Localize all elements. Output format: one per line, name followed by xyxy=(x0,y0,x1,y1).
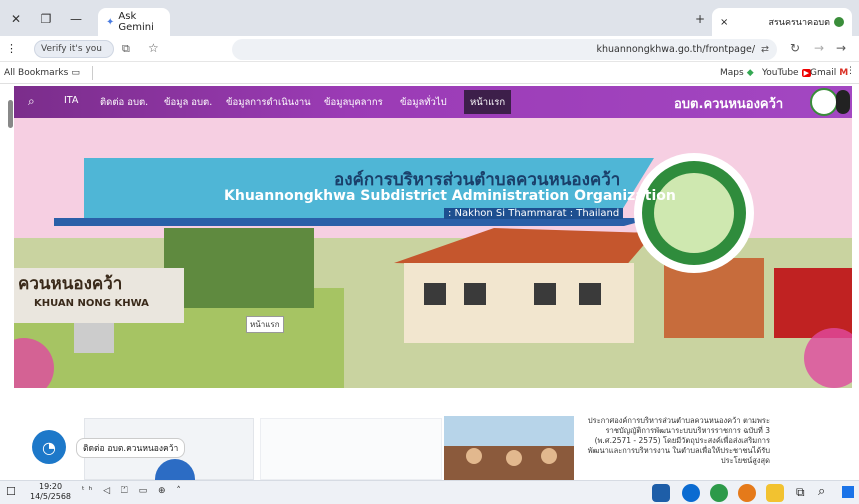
page-content: ประกาศองค์การบริหารส่วนตำบลควนหนองคว้า ต… xyxy=(14,388,852,481)
site-favicon-icon xyxy=(834,17,844,27)
firefox-icon[interactable] xyxy=(738,484,756,502)
nav-personnel[interactable]: ข้อมูลบุคลากร xyxy=(324,95,383,110)
bookmarks-bar: All Bookmarks ▭ Maps ◆ YouTube ▶ Gmail M… xyxy=(0,62,859,84)
sign-thai: ควนหนองคว้า xyxy=(18,274,123,294)
nav-operations[interactable]: ข้อมูลการดำเนินงาน xyxy=(226,95,311,110)
minimize-window-icon[interactable]: — xyxy=(66,10,86,28)
ribbon-icon xyxy=(836,90,850,114)
site-info-icon[interactable]: ⇄ xyxy=(761,44,769,55)
apps-grid-icon[interactable]: ⋮⋮ xyxy=(846,66,859,76)
bookmark-maps[interactable]: Maps ◆ xyxy=(720,66,754,80)
org-logo[interactable] xyxy=(810,88,838,116)
hero-english-title: Khuannongkhwa Subdistrict Administration… xyxy=(224,188,676,204)
forward-icon[interactable]: → xyxy=(814,41,824,55)
windows-start-icon[interactable] xyxy=(842,486,854,498)
clock[interactable]: 19:20 14/5/2568 xyxy=(30,482,71,502)
nav-contact[interactable]: ติดต่อ อบต. xyxy=(100,95,148,110)
nav-home[interactable]: หน้าแรก xyxy=(464,90,512,114)
avatar xyxy=(155,459,195,481)
hero-tooltip: หน้าแรก xyxy=(246,316,284,333)
system-tray-icons[interactable]: ᵗʰ ◁ ⏍ ▭ ⊕ ˄ xyxy=(82,486,185,496)
address-bar-row: ⋮ Verify it's you ⧉ ☆ khuannongkhwa.go.t… xyxy=(0,36,859,62)
chrome-icon[interactable] xyxy=(710,484,728,502)
tab-label: สรนครนาคอบต xyxy=(768,18,830,28)
app-icon-1[interactable] xyxy=(652,484,670,502)
bookmark-youtube[interactable]: YouTube ▶ xyxy=(762,66,811,80)
hero-illustration xyxy=(14,118,852,388)
site-logo-text[interactable]: อบต.ควนหนองคว้า xyxy=(674,93,783,114)
new-tab-button[interactable]: + xyxy=(690,10,710,28)
hero-banner: องค์การบริหารส่วนตำบลควนหนองคว้า Khuanno… xyxy=(14,118,852,388)
folder-icon: ▭ xyxy=(71,68,80,78)
sign-english: KHUAN NONG KHWA xyxy=(34,298,149,309)
maps-icon: ◆ xyxy=(746,68,754,78)
reload-icon[interactable]: ↻ xyxy=(790,41,800,55)
windows-taskbar: ☐ 19:20 14/5/2568 ᵗʰ ◁ ⏍ ▭ ⊕ ˄ ⧉ ⌕ xyxy=(0,480,859,504)
all-bookmarks-button[interactable]: All Bookmarks ▭ xyxy=(4,66,80,80)
edge-icon[interactable] xyxy=(682,484,700,502)
url-input[interactable]: khuannongkhwa.go.th/frontpage/ ⇄ xyxy=(232,39,777,60)
time-text: 19:20 xyxy=(38,482,63,491)
nav-general[interactable]: ข้อมูลทั่วไป xyxy=(400,95,447,110)
divider xyxy=(92,66,93,80)
tab-ask-gemini[interactable]: ✦ Ask Gemini xyxy=(98,8,170,36)
browser-tab-bar: ✕ ❐ — ✦ Ask Gemini + × สรนครนาคอบต xyxy=(0,0,859,36)
date-text: 14/5/2568 xyxy=(30,492,72,501)
nav-about-org[interactable]: ข้อมูล อบต. xyxy=(164,95,212,110)
close-window-icon[interactable]: ✕ xyxy=(6,10,26,28)
menu-dots-icon[interactable]: ⋮ xyxy=(6,42,17,55)
bookmark-gmail[interactable]: Gmail M xyxy=(810,66,848,80)
tab-website[interactable]: × สรนครนาคอบต xyxy=(712,8,852,36)
hero-location: : Nakhon Si Thammarat : Thailand xyxy=(444,208,624,219)
back-icon[interactable]: → xyxy=(836,41,846,55)
tab-close-button[interactable]: × xyxy=(720,17,728,28)
file-explorer-icon[interactable] xyxy=(766,484,784,502)
page-scrollbar[interactable] xyxy=(8,100,13,128)
news-text[interactable]: ประกาศองค์การบริหารส่วนตำบลควนหนองคว้า ต… xyxy=(580,416,770,480)
profile-pill[interactable]: Verify it's you xyxy=(34,40,114,58)
gemini-icon: ✦ xyxy=(106,16,115,28)
site-navbar: ⌕ ITA ติดต่อ อบต. ข้อมูล อบต. ข้อมูลการด… xyxy=(14,86,852,118)
content-panel xyxy=(260,418,442,480)
taskbar-search-icon[interactable]: ⌕ xyxy=(818,484,825,499)
news-photo[interactable] xyxy=(444,416,574,480)
tab-search-icon[interactable]: ⧉ xyxy=(122,42,130,56)
restore-window-icon[interactable]: ❐ xyxy=(36,10,56,28)
search-icon[interactable]: ⌕ xyxy=(28,94,35,109)
tab-label: Ask Gemini xyxy=(118,11,154,33)
chat-label[interactable]: ติดต่อ อบต.ควนหนองคว้า xyxy=(76,438,186,458)
bookmark-star-icon[interactable]: ☆ xyxy=(148,41,159,55)
chat-bubble-icon[interactable]: ◔ xyxy=(32,430,66,464)
nav-ita[interactable]: ITA xyxy=(64,95,78,106)
task-view-icon[interactable]: ⧉ xyxy=(796,485,805,500)
notification-icon[interactable]: ☐ xyxy=(6,485,16,498)
